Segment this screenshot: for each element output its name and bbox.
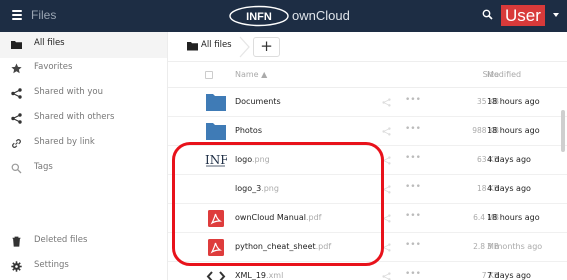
table-row[interactable]: INFN logo.png ••• 63 KB 4 days ago bbox=[168, 146, 567, 175]
sidebar-item-label: Shared by link bbox=[34, 137, 95, 147]
sidebar: All files Favorites Shared with you Shar… bbox=[0, 32, 168, 280]
sidebar-item-label: Shared with others bbox=[34, 112, 115, 122]
file-modified: 4 days ago bbox=[487, 184, 531, 193]
file-list-area: All files + Name ▲ Size Modified Documen… bbox=[168, 32, 567, 280]
share-icon[interactable] bbox=[382, 214, 391, 223]
menu-icon[interactable] bbox=[12, 10, 22, 20]
infn-logo[interactable]: INFN bbox=[228, 5, 290, 27]
select-all-checkbox[interactable] bbox=[205, 71, 213, 79]
pdf-icon bbox=[208, 239, 224, 256]
app-name[interactable]: Files bbox=[31, 8, 56, 22]
share-icon bbox=[11, 88, 22, 99]
sidebar-item-shared-with-you[interactable]: Shared with you bbox=[0, 81, 167, 107]
sidebar-item-settings[interactable]: Settings bbox=[0, 254, 167, 280]
column-modified[interactable]: Modified bbox=[487, 70, 521, 79]
link-icon bbox=[12, 139, 21, 148]
top-bar: Files INFN ownCloud User bbox=[0, 0, 567, 32]
sidebar-item-shared-with-others[interactable]: Shared with others bbox=[0, 106, 167, 132]
table-header: Name ▲ Size Modified bbox=[168, 62, 567, 88]
more-options-icon[interactable]: ••• bbox=[405, 269, 421, 279]
file-name: ownCloud Manual bbox=[235, 213, 306, 222]
file-modified: 18 hours ago bbox=[487, 126, 540, 135]
share-icon[interactable] bbox=[382, 98, 391, 107]
breadcrumb-separator bbox=[239, 36, 250, 58]
chevron-down-icon[interactable] bbox=[553, 13, 559, 17]
logo-text: INFN bbox=[246, 11, 272, 23]
logo-thumbnail-icon: INFN bbox=[205, 153, 227, 167]
pdf-icon bbox=[208, 210, 224, 227]
file-name: XML_19 bbox=[235, 271, 267, 280]
file-name: logo bbox=[235, 155, 252, 164]
file-modified: 3 months ago bbox=[487, 242, 543, 251]
breadcrumb-item-all-files[interactable]: All files bbox=[201, 40, 232, 50]
table-row[interactable]: Documents ••• 35 KB 18 hours ago bbox=[168, 88, 567, 117]
sidebar-item-all-files[interactable]: All files bbox=[0, 32, 167, 58]
file-modified: 18 hours ago bbox=[487, 213, 540, 222]
file-name: python_cheat_sheet bbox=[235, 242, 316, 251]
brand-name: ownCloud bbox=[292, 8, 350, 23]
add-new-button[interactable]: + bbox=[253, 37, 280, 57]
more-options-icon[interactable]: ••• bbox=[405, 240, 421, 250]
share-icon[interactable] bbox=[382, 243, 391, 252]
share-icon[interactable] bbox=[382, 185, 391, 194]
file-extension: .png bbox=[261, 184, 279, 193]
table-row[interactable]: python_cheat_sheet.pdf ••• 2.8 MB 3 mont… bbox=[168, 233, 567, 262]
code-file-icon bbox=[206, 271, 226, 280]
file-modified: 18 hours ago bbox=[487, 97, 540, 106]
sidebar-item-favorites[interactable]: Favorites bbox=[0, 56, 167, 82]
sidebar-item-tags[interactable]: Tags bbox=[0, 156, 167, 182]
svg-text:INFN: INFN bbox=[205, 153, 227, 167]
file-name: Documents bbox=[235, 97, 281, 106]
sidebar-item-label: Favorites bbox=[34, 62, 73, 72]
more-options-icon[interactable]: ••• bbox=[405, 124, 421, 134]
table-row[interactable]: logo_3.png ••• 18 KB 4 days ago bbox=[168, 175, 567, 204]
file-modified: 7 days ago bbox=[487, 271, 531, 280]
sidebar-item-label: Shared with you bbox=[34, 87, 103, 97]
table-row[interactable]: ownCloud Manual.pdf ••• 6.4 MB 18 hours … bbox=[168, 204, 567, 233]
sidebar-item-deleted-files[interactable]: Deleted files bbox=[0, 229, 167, 255]
file-extension: .pdf bbox=[305, 213, 322, 222]
more-options-icon[interactable]: ••• bbox=[405, 182, 421, 192]
file-extension: .xml bbox=[266, 271, 284, 280]
more-options-icon[interactable]: ••• bbox=[405, 153, 421, 163]
folder-icon bbox=[11, 41, 22, 49]
user-menu[interactable]: User bbox=[501, 5, 545, 26]
file-modified: 4 days ago bbox=[487, 155, 531, 164]
file-extension: .png bbox=[251, 155, 270, 164]
tag-icon bbox=[11, 163, 22, 174]
share-icon[interactable] bbox=[382, 127, 391, 136]
file-extension: .pdf bbox=[315, 242, 332, 251]
share-icon[interactable] bbox=[382, 156, 391, 165]
gear-icon bbox=[11, 261, 22, 272]
more-options-icon[interactable]: ••• bbox=[405, 95, 421, 105]
search-icon[interactable] bbox=[482, 9, 493, 23]
more-options-icon[interactable]: ••• bbox=[405, 211, 421, 221]
sidebar-item-label: Tags bbox=[34, 162, 53, 172]
sidebar-item-label: Deleted files bbox=[34, 235, 88, 245]
folder-icon[interactable] bbox=[187, 41, 198, 51]
sidebar-item-label: All files bbox=[34, 38, 65, 48]
sidebar-item-label: Settings bbox=[34, 260, 69, 270]
column-name[interactable]: Name ▲ bbox=[235, 70, 267, 79]
share-icon[interactable] bbox=[382, 272, 391, 280]
table-row[interactable]: Photos ••• 988 KB 18 hours ago bbox=[168, 117, 567, 146]
file-name: Photos bbox=[235, 126, 262, 135]
file-name: logo_3 bbox=[235, 184, 262, 193]
share-icon bbox=[11, 113, 22, 124]
folder-icon bbox=[206, 123, 226, 140]
star-icon bbox=[11, 63, 22, 74]
trash-icon bbox=[12, 236, 21, 247]
breadcrumb: All files + bbox=[168, 32, 567, 62]
scrollbar[interactable] bbox=[561, 110, 565, 152]
table-row[interactable]: XML_19.xml ••• 7 KB 7 days ago bbox=[168, 262, 567, 280]
folder-icon bbox=[206, 94, 226, 111]
sidebar-item-shared-by-link[interactable]: Shared by link bbox=[0, 131, 167, 157]
